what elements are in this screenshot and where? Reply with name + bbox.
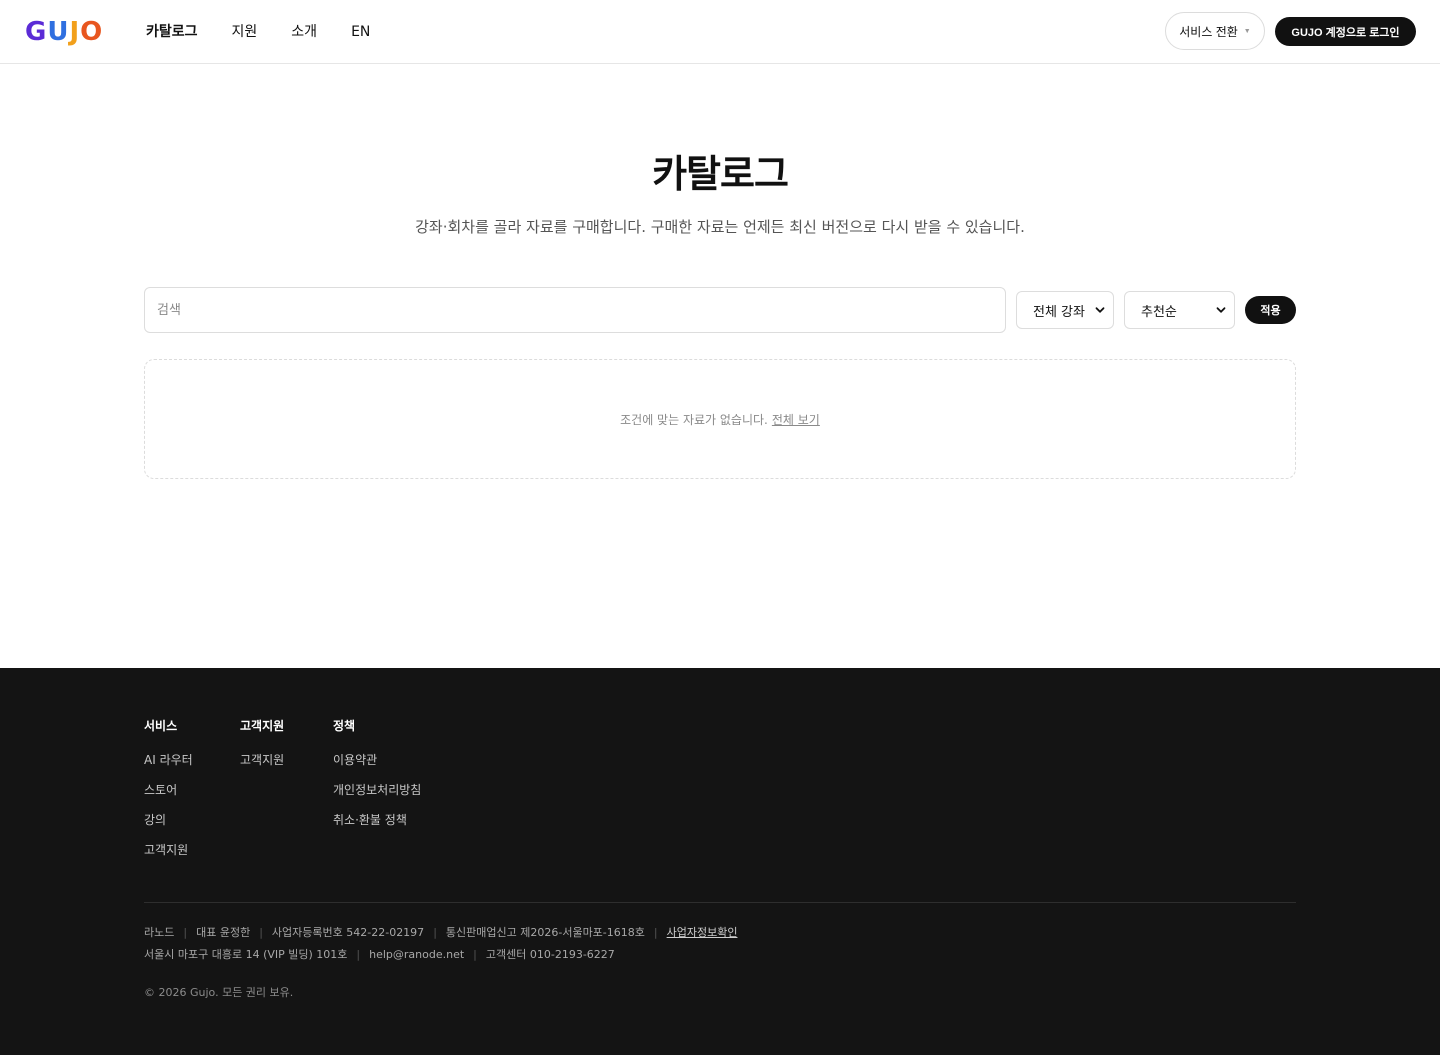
apply-button[interactable]: 적용 <box>1245 296 1296 324</box>
footer-heading-support: 고객지원 <box>240 719 285 733</box>
empty-message: 조건에 맞는 자료가 없습니다. <box>620 412 768 427</box>
site-header: G U J O 카탈로그 지원 소개 EN 서비스 전환 ▼ GUJO 계정으로… <box>0 0 1440 64</box>
company-name: 라노드 <box>144 926 175 939</box>
nav-item-language[interactable]: EN <box>351 22 370 42</box>
gujo-logo[interactable]: G U J O <box>25 19 103 45</box>
course-filter-value: 전체 강좌 <box>1033 304 1085 320</box>
separator: | <box>433 926 437 939</box>
mail-order-registration: 통신판매업신고 제2026-서울마포-1618호 <box>445 926 645 939</box>
logo-letter-j: J <box>69 17 81 47</box>
chevron-down-icon <box>1216 307 1226 313</box>
page-subtitle: 강좌·회차를 골라 자료를 구매합니다. 구매한 자료는 언제든 최신 버전으로… <box>415 218 1025 236</box>
chevron-down-icon <box>1095 307 1105 313</box>
footer-heading-services: 서비스 <box>144 719 178 733</box>
footer-link-privacy[interactable]: 개인정보처리방침 <box>333 782 421 798</box>
footer-link-lectures[interactable]: 강의 <box>144 812 193 828</box>
nav-item-catalog[interactable]: 카탈로그 <box>146 22 198 42</box>
main-nav: 카탈로그 지원 소개 EN <box>146 21 370 43</box>
separator: | <box>183 926 188 939</box>
login-button[interactable]: GUJO 계정으로 로그인 <box>1275 17 1416 46</box>
separator: | <box>653 926 658 939</box>
footer-divider <box>144 902 1296 903</box>
view-all-link[interactable]: 전체 보기 <box>772 411 820 428</box>
business-info-link[interactable]: 사업자정보확인 <box>667 925 738 941</box>
footer-heading-policy: 정책 <box>333 719 356 733</box>
contact-email: help@ranode.net <box>369 948 465 961</box>
nav-item-about[interactable]: 소개 <box>291 22 317 42</box>
search-input[interactable] <box>144 287 1006 333</box>
course-filter-select[interactable]: 전체 강좌 <box>1016 291 1114 329</box>
site-footer: 서비스 AI 라우터 스토어 강의 고객지원 고객지원 고객지원 정책 이용약관… <box>0 668 1440 1055</box>
service-switch-label: 서비스 전환 <box>1179 24 1238 39</box>
footer-column-support: 고객지원 고객지원 <box>240 718 284 782</box>
logo-letter-g: G <box>25 17 48 47</box>
caret-down-icon: ▼ <box>1243 27 1251 35</box>
footer-link-store[interactable]: 스토어 <box>144 782 193 798</box>
empty-state: 조건에 맞는 자료가 없습니다. 전체 보기 <box>144 359 1296 479</box>
footer-column-services: 서비스 AI 라우터 스토어 강의 고객지원 <box>144 718 193 872</box>
business-info-line-2: 서울시 마포구 대흥로 14 (VIP 빌딩) 101호 | help@rano… <box>144 947 615 963</box>
footer-link-customer-support[interactable]: 고객지원 <box>240 752 284 768</box>
sort-select[interactable]: 추천순 <box>1124 291 1235 329</box>
business-registration: 사업자등록번호 542-22-02197 <box>271 926 425 939</box>
customer-center-phone: 고객센터 010-2193-6227 <box>485 948 615 961</box>
separator: | <box>259 926 263 939</box>
footer-column-policy: 정책 이용약관 개인정보처리방침 취소·환불 정책 <box>333 718 421 842</box>
page-title: 카탈로그 <box>652 152 789 196</box>
service-switch-button[interactable]: 서비스 전환 ▼ <box>1165 12 1265 50</box>
nav-item-support[interactable]: 지원 <box>232 22 258 42</box>
footer-link-support[interactable]: 고객지원 <box>144 842 193 858</box>
footer-link-refund[interactable]: 취소·환불 정책 <box>333 812 421 828</box>
logo-letter-u: U <box>47 17 70 47</box>
footer-link-ai-router[interactable]: AI 라우터 <box>144 752 193 768</box>
footer-link-terms[interactable]: 이용약관 <box>333 752 421 768</box>
logo-letter-o: O <box>80 17 104 47</box>
separator: | <box>473 948 477 961</box>
company-address: 서울시 마포구 대흥로 14 (VIP 빌딩) 101호 <box>144 948 348 961</box>
copyright: © 2026 Gujo. 모든 권리 보유. <box>144 986 294 999</box>
sort-value: 추천순 <box>1141 304 1177 320</box>
ceo-name: 대표 윤정한 <box>196 926 251 939</box>
business-info-line-1: 라노드 | 대표 윤정한 | 사업자등록번호 542-22-02197 | 통신… <box>144 925 737 941</box>
separator: | <box>356 948 361 961</box>
